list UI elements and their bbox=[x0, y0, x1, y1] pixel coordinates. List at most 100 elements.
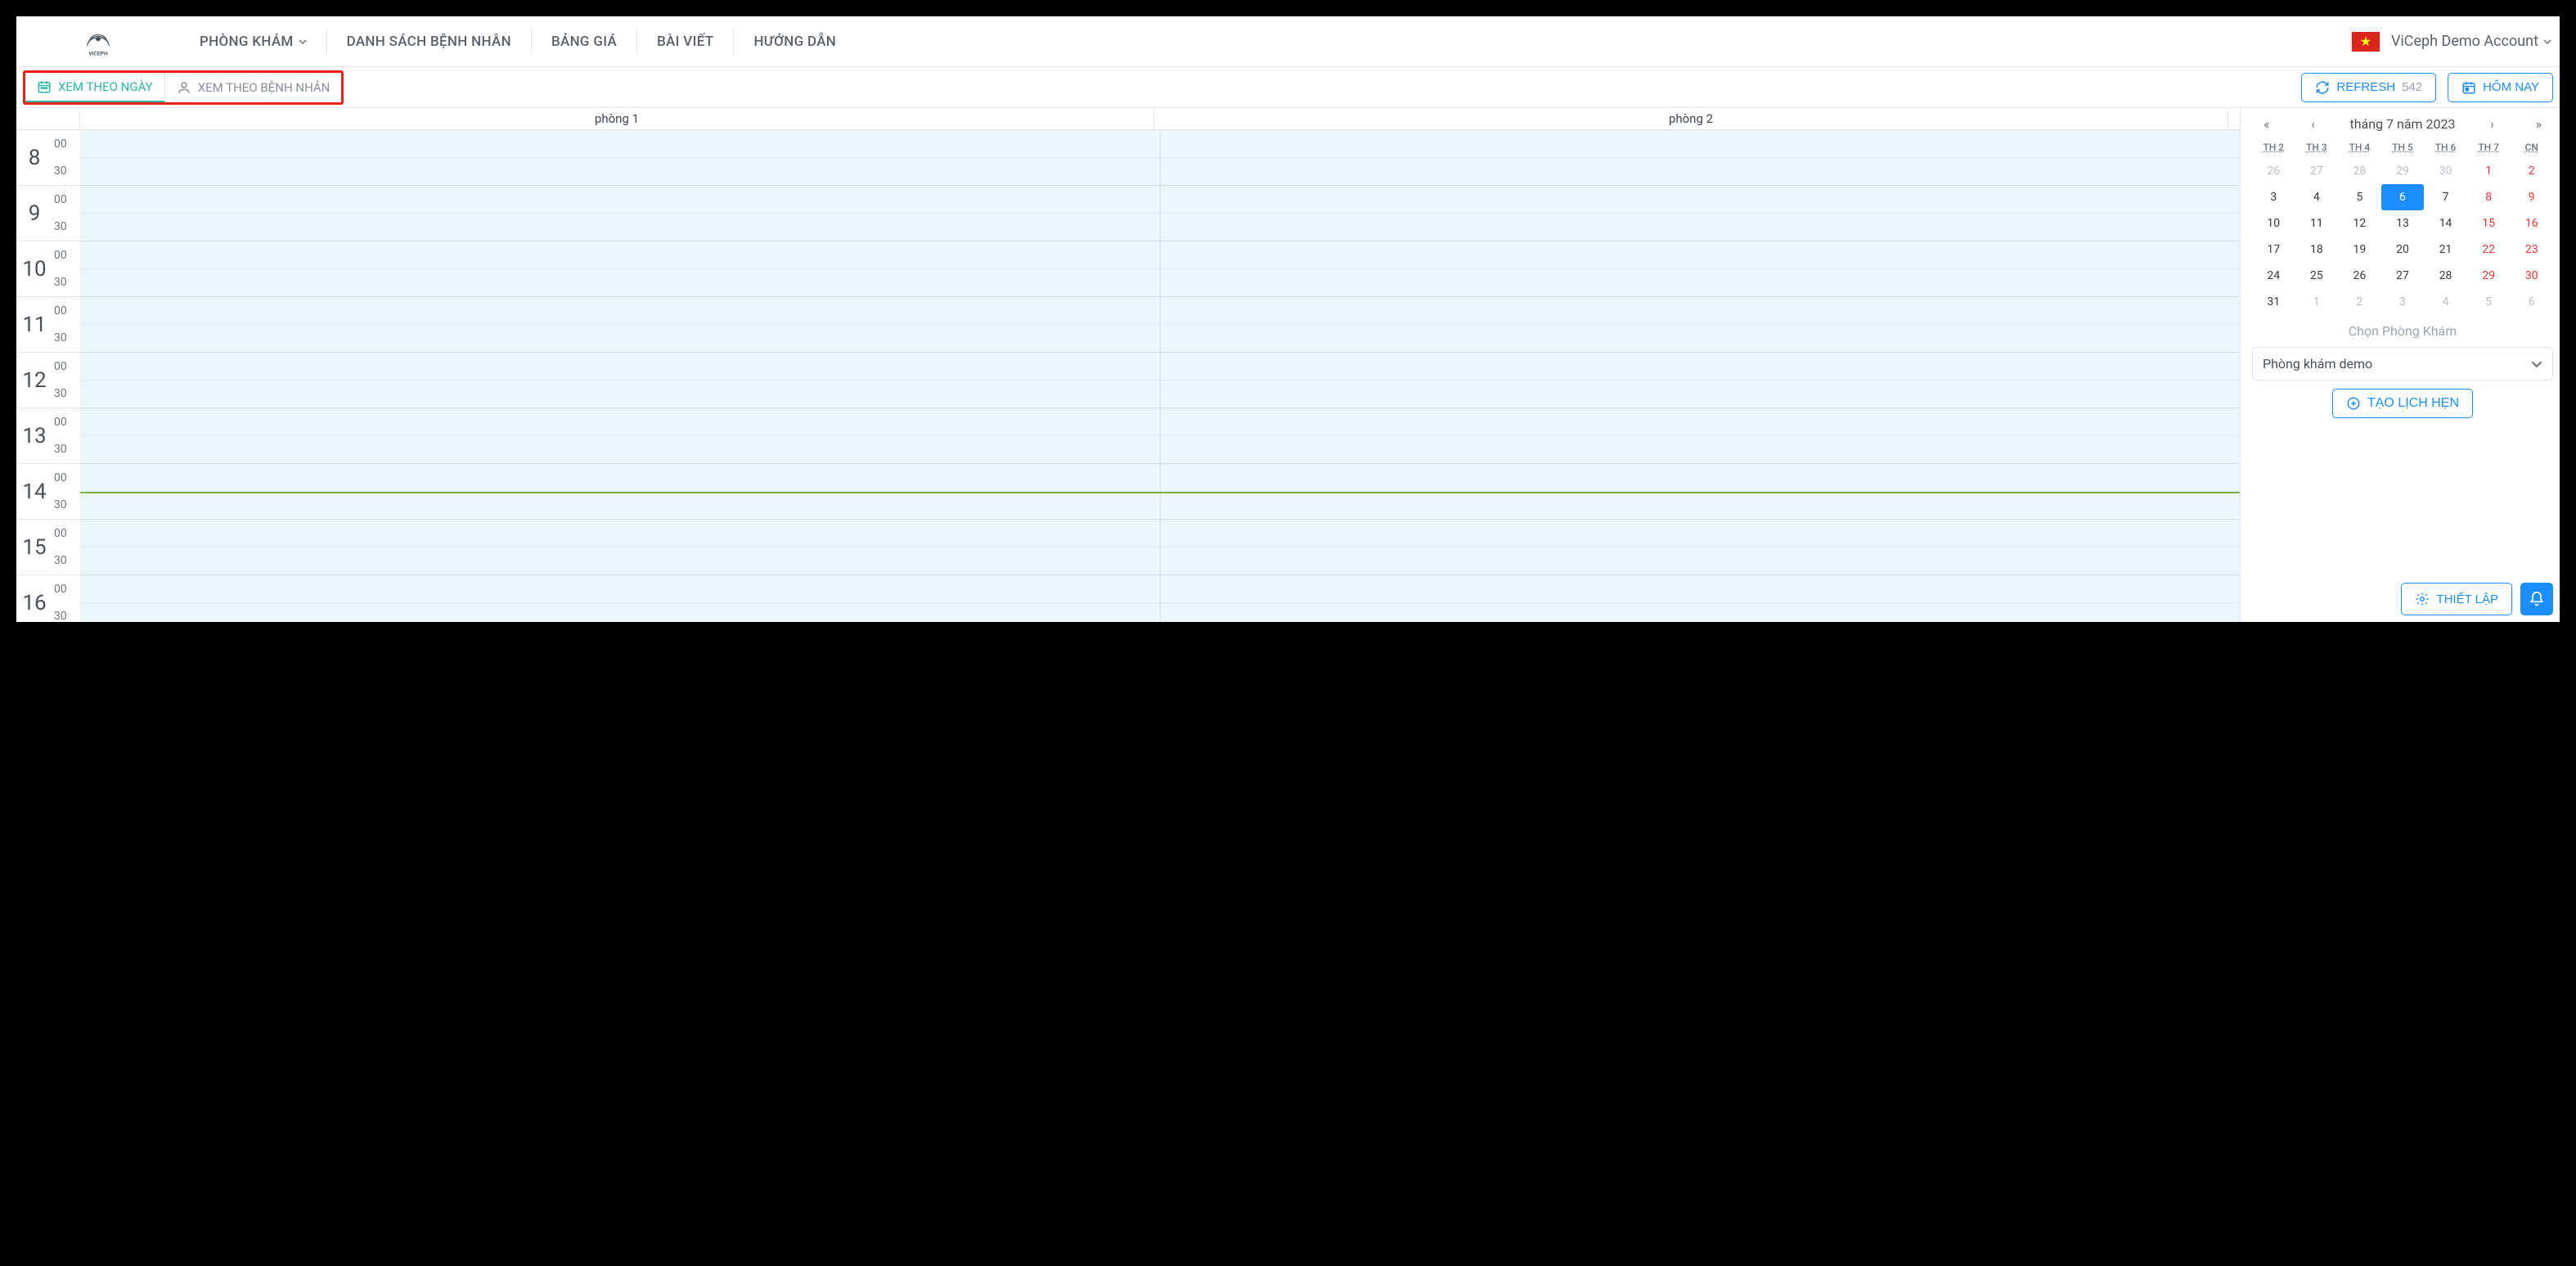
tab-view-by-patient[interactable]: XEM THEO BỆNH NHÂN bbox=[165, 73, 342, 102]
calendar-nav: « ‹ tháng 7 năm 2023 › » bbox=[2252, 111, 2553, 137]
room-header-cell: phòng 2 bbox=[1154, 108, 2228, 129]
calendar-today-icon bbox=[2461, 80, 2476, 95]
hour-block: 150030 bbox=[16, 520, 80, 575]
hour-block: 90030 bbox=[16, 186, 80, 241]
calendar-day[interactable]: 31 bbox=[2252, 289, 2295, 315]
calendar-day[interactable]: 7 bbox=[2424, 184, 2467, 210]
cal-last-button[interactable]: » bbox=[2529, 113, 2548, 135]
account-name: ViCeph Demo Account bbox=[2391, 33, 2538, 50]
hour-block: 140030 bbox=[16, 464, 80, 520]
calendar-dow: TH 4 bbox=[2338, 137, 2381, 158]
nav-item[interactable]: BẢNG GIÁ bbox=[532, 16, 636, 66]
calendar-day[interactable]: 4 bbox=[2424, 289, 2467, 315]
calendar-day[interactable]: 27 bbox=[2381, 263, 2425, 289]
calendar-day[interactable]: 23 bbox=[2510, 237, 2553, 263]
hour-block: 120030 bbox=[16, 353, 80, 408]
calendar-day[interactable]: 19 bbox=[2338, 237, 2381, 263]
calendar-day[interactable]: 13 bbox=[2381, 210, 2425, 237]
calendar-day[interactable]: 3 bbox=[2381, 289, 2425, 315]
calendar-day[interactable]: 18 bbox=[2295, 237, 2339, 263]
calendar-day[interactable]: 29 bbox=[2467, 263, 2511, 289]
minute-label: 00 bbox=[52, 353, 80, 381]
logo-icon: VICEPH bbox=[82, 25, 115, 58]
calendar-day[interactable]: 12 bbox=[2338, 210, 2381, 237]
calendar-day[interactable]: 30 bbox=[2424, 158, 2467, 184]
calendar-day[interactable]: 2 bbox=[2338, 289, 2381, 315]
calendar-day[interactable]: 27 bbox=[2295, 158, 2339, 184]
calendar-day[interactable]: 6 bbox=[2510, 289, 2553, 315]
top-navbar: VICEPH PHÒNG KHÁMDANH SÁCH BỆNH NHÂNBẢNG… bbox=[16, 16, 2560, 67]
create-appointment-button[interactable]: TẠO LỊCH HẸN bbox=[2332, 389, 2473, 418]
today-label: HÔM NAY bbox=[2483, 80, 2539, 94]
slot-area[interactable] bbox=[80, 130, 2240, 622]
cal-first-button[interactable]: « bbox=[2257, 113, 2277, 135]
hour-number: 12 bbox=[16, 353, 52, 408]
settings-button[interactable]: THIẾT LẬP bbox=[2401, 583, 2512, 615]
caret-down-icon bbox=[299, 39, 307, 44]
calendar-day[interactable]: 16 bbox=[2510, 210, 2553, 237]
calendar-day[interactable]: 14 bbox=[2424, 210, 2467, 237]
calendar-day[interactable]: 5 bbox=[2467, 289, 2511, 315]
calendar-day[interactable]: 21 bbox=[2424, 237, 2467, 263]
hour-block: 160030 bbox=[16, 575, 80, 622]
calendar-day[interactable]: 20 bbox=[2381, 237, 2425, 263]
calendar-day[interactable]: 11 bbox=[2295, 210, 2339, 237]
calendar-day[interactable]: 1 bbox=[2467, 158, 2511, 184]
calendar-day[interactable]: 6 bbox=[2381, 184, 2425, 210]
hour-number: 11 bbox=[16, 297, 52, 352]
calendar-day[interactable]: 10 bbox=[2252, 210, 2295, 237]
minute-label: 00 bbox=[52, 186, 80, 214]
calendar-day[interactable]: 24 bbox=[2252, 263, 2295, 289]
minute-label: 00 bbox=[52, 464, 80, 492]
hour-number: 14 bbox=[16, 464, 52, 519]
body: phòng 1phòng 2 8003090030100030110030120… bbox=[16, 108, 2560, 622]
calendar-day[interactable]: 9 bbox=[2510, 184, 2553, 210]
calendar-day[interactable]: 1 bbox=[2295, 289, 2339, 315]
calendar-dow: TH 5 bbox=[2381, 137, 2425, 158]
calendar-day[interactable]: 15 bbox=[2467, 210, 2511, 237]
calendar-day[interactable]: 22 bbox=[2467, 237, 2511, 263]
hour-number: 13 bbox=[16, 408, 52, 463]
account-menu[interactable]: ViCeph Demo Account bbox=[2391, 33, 2551, 50]
calendar-day[interactable]: 29 bbox=[2381, 158, 2425, 184]
calendar-day[interactable]: 28 bbox=[2338, 158, 2381, 184]
calendar-day[interactable]: 8 bbox=[2467, 184, 2511, 210]
nav-item[interactable]: PHÒNG KHÁM bbox=[180, 16, 326, 66]
hour-number: 16 bbox=[16, 575, 52, 622]
refresh-button[interactable]: REFRESH 542 bbox=[2301, 73, 2436, 102]
calendar-day[interactable]: 26 bbox=[2252, 158, 2295, 184]
calendar-day[interactable]: 3 bbox=[2252, 184, 2295, 210]
clinic-select[interactable]: Phòng khám demo bbox=[2252, 347, 2553, 381]
minute-label: 30 bbox=[52, 436, 80, 464]
view-tabs: XEM THEO NGÀY XEM THEO BỆNH NHÂN bbox=[23, 70, 344, 105]
minute-label: 00 bbox=[52, 130, 80, 158]
hour-number: 15 bbox=[16, 520, 52, 574]
calendar-day[interactable]: 4 bbox=[2295, 184, 2339, 210]
cal-next-button[interactable]: › bbox=[2484, 113, 2501, 135]
minute-labels: 0030 bbox=[52, 130, 80, 185]
nav-item[interactable]: DANH SÁCH BỆNH NHÂN bbox=[327, 16, 531, 66]
notifications-button[interactable] bbox=[2520, 583, 2553, 615]
calendar-day[interactable]: 25 bbox=[2295, 263, 2339, 289]
calendar-day[interactable]: 26 bbox=[2338, 263, 2381, 289]
calendar-day[interactable]: 28 bbox=[2424, 263, 2467, 289]
calendar-day[interactable]: 30 bbox=[2510, 263, 2553, 289]
minute-label: 30 bbox=[52, 603, 80, 623]
calendar-day[interactable]: 17 bbox=[2252, 237, 2295, 263]
calendar-day[interactable]: 2 bbox=[2510, 158, 2553, 184]
nav-item[interactable]: HƯỚNG DẪN bbox=[734, 16, 856, 66]
flag-vietnam-icon[interactable] bbox=[2352, 32, 2380, 52]
tab-view-by-day[interactable]: XEM THEO NGÀY bbox=[25, 73, 165, 102]
timecol-spacer bbox=[16, 108, 80, 129]
nav-items: PHÒNG KHÁMDANH SÁCH BỆNH NHÂNBẢNG GIÁBÀI… bbox=[180, 16, 2352, 66]
calendar-dow: TH 6 bbox=[2424, 137, 2467, 158]
nav-item[interactable]: BÀI VIẾT bbox=[637, 16, 733, 66]
today-button[interactable]: HÔM NAY bbox=[2448, 73, 2553, 102]
app-window: VICEPH PHÒNG KHÁMDANH SÁCH BỆNH NHÂNBẢNG… bbox=[16, 16, 2560, 622]
calendar-day[interactable]: 5 bbox=[2338, 184, 2381, 210]
logo[interactable]: VICEPH bbox=[16, 25, 180, 58]
scheduler-scroll[interactable]: 8003090030100030110030120030130030140030… bbox=[16, 130, 2240, 622]
cal-prev-button[interactable]: ‹ bbox=[2304, 113, 2322, 135]
hour-number: 8 bbox=[16, 130, 52, 185]
scheduler: phòng 1phòng 2 8003090030100030110030120… bbox=[16, 108, 2241, 622]
